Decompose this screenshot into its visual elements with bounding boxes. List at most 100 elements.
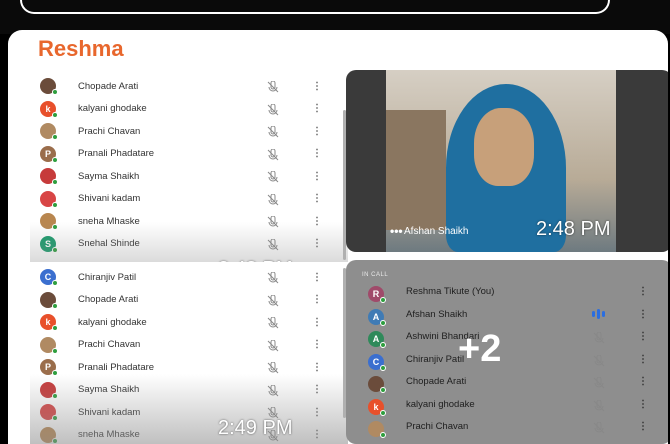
participant-name: Pranali Phadatare [78, 148, 155, 159]
mic-muted-icon [266, 103, 280, 115]
mic-muted-icon [266, 294, 280, 306]
online-status-dot [52, 89, 58, 95]
more-options-icon[interactable]: ⋮ [312, 103, 322, 114]
participant-row[interactable]: k kalyani ghodake ⋮ [30, 311, 348, 333]
more-options-icon[interactable]: ⋮ [312, 272, 322, 283]
avatar: k [40, 100, 58, 118]
participant-name: Chiranjiv Patil [406, 353, 465, 365]
avatar [40, 190, 58, 208]
avatar [40, 291, 58, 309]
mic-muted-icon [266, 271, 280, 284]
participant-row[interactable]: Chopade Arati ⋮ [346, 376, 668, 398]
participant-name: Reshma Tikute (You) [406, 286, 495, 297]
avatar [40, 168, 58, 185]
participant-row[interactable]: C Chiranjiv Patil ⋮ [346, 353, 668, 376]
participant-name: kalyani ghodake [78, 316, 147, 328]
online-status-dot [380, 409, 386, 416]
participant-row[interactable]: k kalyani ghodake ⋮ [30, 98, 348, 120]
avatar [40, 123, 58, 140]
mic-muted-icon [266, 193, 280, 205]
online-status-dot [52, 302, 58, 309]
participant-name: Prachi Chavan [78, 339, 141, 350]
avatar: C [368, 353, 386, 371]
more-options-icon[interactable]: ⋮ [638, 286, 648, 297]
participant-list-top[interactable]: Chopade Arati ⋮ k kalyani ghodake ⋮ Prachi Ch… [30, 70, 348, 292]
mic-muted-icon [592, 399, 606, 411]
participant-row[interactable]: Prachi Chavan ⋮ [346, 421, 668, 443]
online-status-dot [380, 387, 386, 393]
more-options-icon[interactable]: ⋮ [312, 193, 322, 204]
more-options-icon[interactable]: ⋮ [312, 339, 322, 350]
in-call-panel: IN CALL R Reshma Tikute (You) ⋮ A Afshan Sha… [346, 260, 668, 444]
mic-muted-icon [266, 316, 280, 329]
participant-row[interactable]: Shivani kadam ⋮ [30, 188, 348, 210]
participant-face [474, 108, 534, 186]
more-options-icon[interactable]: ⋮ [312, 126, 322, 137]
participant-row[interactable]: Chopade Arati ⋮ [30, 75, 348, 97]
more-options-icon[interactable]: ⋮ [312, 81, 322, 92]
more-options-icon[interactable]: ⋮ [638, 376, 648, 387]
online-status-dot [52, 325, 58, 331]
more-options-icon[interactable]: ⋮ [638, 421, 648, 432]
mic-muted-icon [592, 331, 606, 344]
more-options-icon[interactable]: ⋮ [638, 331, 648, 342]
mic-muted-icon [266, 148, 280, 160]
avatar: k [368, 398, 386, 416]
participant-name: Chopade Arati [78, 294, 139, 305]
participant-row[interactable]: C Chiranjiv Patil ⋮ [30, 266, 348, 288]
online-status-dot [52, 134, 58, 140]
online-status-dot [380, 342, 386, 348]
more-options-icon[interactable]: ⋮ [312, 294, 322, 305]
mic-muted-icon [266, 125, 280, 138]
avatar: A [368, 331, 386, 348]
participant-row[interactable]: A Ashwini Bhandari ⋮ [346, 331, 668, 353]
online-status-dot [52, 111, 58, 118]
screen-notch [20, 0, 610, 14]
participant-row[interactable]: Prachi Chavan ⋮ [30, 334, 348, 356]
more-options-icon[interactable]: ⋮ [312, 362, 322, 373]
participant-name: kalyani ghodake [78, 103, 147, 114]
page-title: Reshma [38, 36, 124, 61]
mic-muted-icon [266, 170, 280, 183]
in-call-header: IN CALL [362, 272, 389, 278]
participant-row[interactable]: R Reshma Tikute (You) ⋮ [346, 286, 668, 308]
more-options-icon[interactable]: ⋮ [312, 171, 322, 182]
online-status-dot [380, 319, 386, 326]
participant-row[interactable]: Chopade Arati ⋮ [30, 289, 348, 311]
more-options-icon[interactable]: ⋮ [312, 148, 322, 159]
participant-name: Chopade Arati [78, 80, 139, 92]
participant-name: Shivani kadam [78, 193, 141, 204]
mic-muted-icon [592, 421, 606, 434]
participant-row[interactable]: Prachi Chavan ⋮ [30, 120, 348, 142]
list-fade-overlay [30, 374, 348, 444]
avatar: k [40, 314, 58, 331]
speaking-indicator-icon [592, 308, 610, 319]
participant-row[interactable]: A Afshan Shaikh ⋮ [346, 308, 668, 331]
more-options-icon[interactable]: ⋮ [638, 354, 648, 365]
video-tile[interactable]: ••• Afshan Shaikh 2:48 PM [346, 70, 668, 252]
participant-name: Chopade Arati [406, 376, 467, 387]
online-status-dot [52, 201, 58, 208]
online-status-dot [380, 297, 386, 303]
more-options-icon[interactable]: ⋮ [638, 309, 648, 320]
participant-row[interactable]: Sayma Shaikh ⋮ [30, 165, 348, 187]
participant-name: kalyani ghodake [406, 398, 475, 410]
participant-name: Pranali Phadatare [78, 361, 155, 373]
avatar [40, 78, 58, 95]
mic-muted-icon [592, 354, 606, 366]
online-status-dot [380, 432, 386, 438]
participant-name: Sayma Shaikh [78, 170, 140, 182]
avatar: R [368, 286, 386, 303]
avatar [368, 376, 386, 393]
participant-list-bottom[interactable]: C Chiranjiv Patil ⋮ Chopade Arati ⋮ k kalyani … [30, 262, 348, 444]
overflow-count[interactable]: +2 [458, 328, 501, 371]
participant-row[interactable]: P Pranali Phadatare ⋮ [30, 143, 348, 165]
mic-muted-icon [266, 80, 280, 93]
participant-row[interactable]: k kalyani ghodake ⋮ [346, 398, 668, 421]
more-options-icon[interactable]: ⋮ [638, 399, 648, 410]
mic-muted-icon [266, 361, 280, 374]
online-status-dot [52, 347, 58, 354]
mic-muted-icon [592, 376, 606, 389]
more-options-icon[interactable]: ⋮ [312, 317, 322, 328]
more-icon[interactable]: ••• [390, 224, 403, 238]
